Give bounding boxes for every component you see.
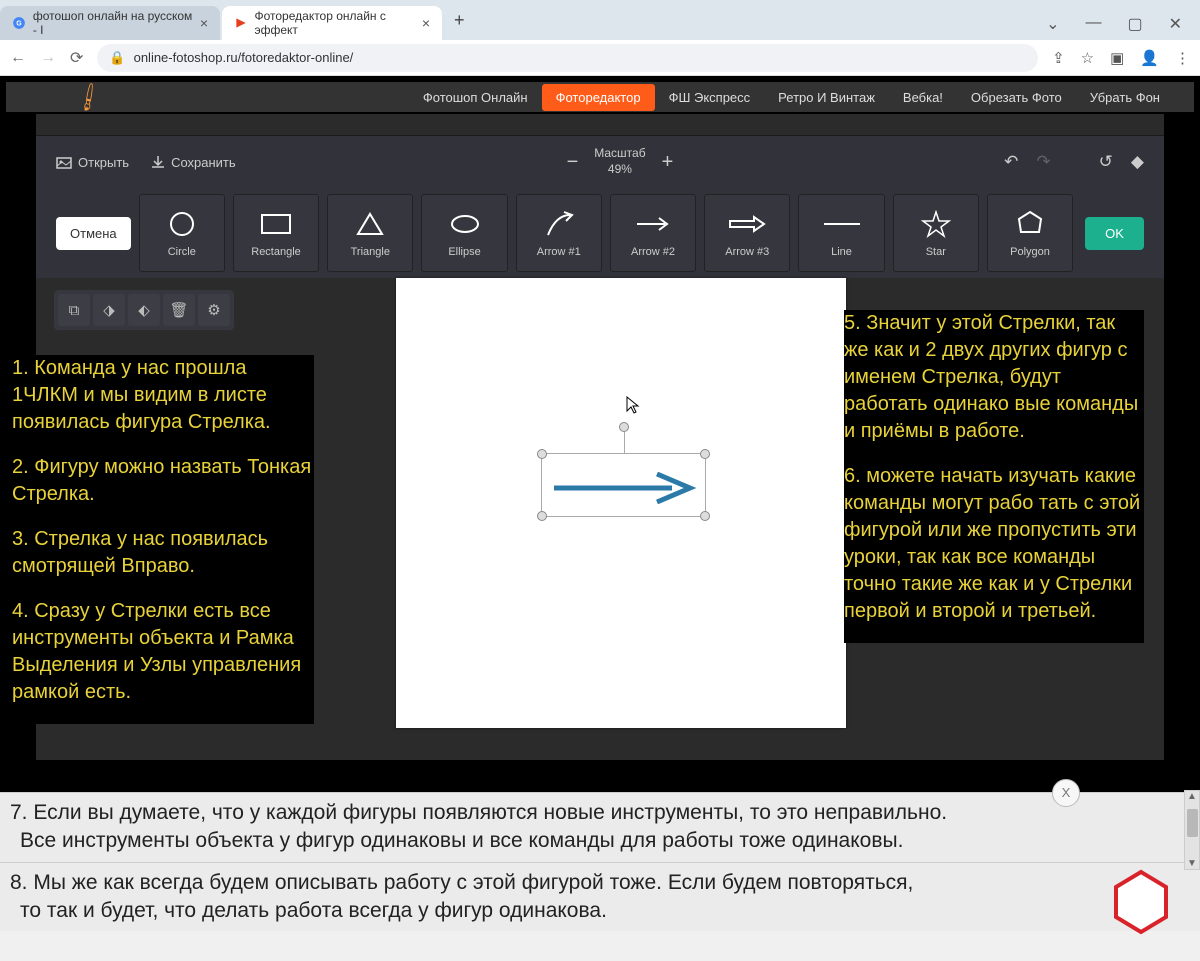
resize-handle-ne[interactable] [700, 449, 710, 459]
nav-item-1[interactable]: Фоторедактор [542, 84, 655, 111]
zoom-out-icon[interactable]: − [567, 151, 579, 174]
resize-handle-nw[interactable] [537, 449, 547, 459]
menu-icon[interactable]: ⋮ [1175, 49, 1190, 67]
nav-item-3[interactable]: Ретро И Винтаж [764, 84, 889, 111]
cursor-icon [626, 396, 640, 414]
nav-item-4[interactable]: Вебка! [889, 84, 957, 111]
redo-icon[interactable]: ↷ [1036, 152, 1050, 172]
close-tab-icon[interactable]: × [200, 15, 208, 31]
window-controls: ⌄ — ▢ ✕ [1046, 14, 1200, 40]
star-icon[interactable]: ☆ [1081, 49, 1094, 67]
star-icon [921, 208, 951, 240]
gear-icon[interactable]: ⚙ [198, 294, 230, 326]
browser-tab-strip: G фотошоп онлайн на русском - I × Фоторе… [0, 0, 1200, 40]
annotation-bottom-7: X 7. Если вы думаете, что у каждой фигур… [0, 792, 1200, 862]
nav-item-6[interactable]: Убрать Фон [1076, 84, 1174, 111]
address-bar[interactable]: 🔒 online-fotoshop.ru/fotoredaktor-online… [97, 44, 1038, 72]
back-icon[interactable]: ← [10, 49, 26, 67]
shapes-toolbar: Отмена Circle Rectangle Triangle Ellipse… [36, 188, 1164, 278]
close-window-icon[interactable]: ✕ [1169, 14, 1182, 34]
browser-tab-1[interactable]: Фоторедактор онлайн с эффект × [222, 6, 442, 40]
triangle-icon [355, 208, 385, 240]
trash-icon[interactable]: 🗑 [163, 294, 195, 326]
shape-rectangle[interactable]: Rectangle [233, 194, 319, 272]
browser-tab-0[interactable]: G фотошоп онлайн на русском - I × [0, 6, 220, 40]
open-button[interactable]: Открыть [56, 155, 129, 170]
arrow2-icon [633, 208, 673, 240]
nav-item-5[interactable]: Обрезать Фото [957, 84, 1076, 111]
svg-text:G: G [17, 20, 23, 27]
flip-v-icon[interactable]: ⬖ [128, 294, 160, 326]
annotation-bottom-8: 8. Мы же как всегда будем описывать рабо… [0, 862, 1200, 932]
shape-circle[interactable]: Circle [139, 194, 225, 272]
shape-ellipse[interactable]: Ellipse [421, 194, 507, 272]
hexagon-badge-icon[interactable] [1106, 867, 1176, 937]
duplicate-icon[interactable]: ⧉ [58, 294, 90, 326]
zoom-in-icon[interactable]: + [662, 151, 674, 174]
new-tab-button[interactable]: + [444, 10, 475, 31]
google-favicon: G [12, 15, 27, 31]
arrow-shape[interactable] [552, 472, 697, 504]
arrow3-icon [726, 208, 768, 240]
forward-icon[interactable]: → [40, 49, 56, 67]
lock-icon: 🔒 [109, 50, 125, 66]
reload-icon[interactable]: ⟳ [70, 48, 83, 68]
rectangle-icon [260, 208, 292, 240]
history-icon[interactable]: ↺ [1099, 152, 1113, 172]
object-tools: ⧉ ⬗ ⬖ 🗑 ⚙ [54, 290, 234, 330]
zoom-label: Масштаб [594, 146, 645, 162]
arrow1-icon [542, 208, 576, 240]
selection-frame[interactable] [541, 453, 706, 517]
close-banner-icon[interactable]: X [1052, 779, 1080, 807]
nav-item-0[interactable]: Фотошоп Онлайн [409, 84, 542, 111]
site-favicon [234, 15, 248, 31]
chevron-down-icon[interactable]: ⌄ [1046, 14, 1059, 34]
extensions-icon[interactable]: ▣ [1110, 49, 1124, 67]
shape-arrow1[interactable]: Arrow #1 [516, 194, 602, 272]
circle-icon [168, 208, 196, 240]
shape-star[interactable]: Star [893, 194, 979, 272]
cancel-button[interactable]: Отмена [56, 217, 131, 250]
undo-icon[interactable]: ↶ [1004, 152, 1018, 172]
line-icon [822, 208, 862, 240]
browser-toolbar: ← → ⟳ 🔒 online-fotoshop.ru/fotoredaktor-… [0, 40, 1200, 76]
resize-handle-se[interactable] [700, 511, 710, 521]
shape-polygon[interactable]: Polygon [987, 194, 1073, 272]
profile-icon[interactable]: 👤 [1140, 49, 1159, 67]
ellipse-icon [449, 208, 481, 240]
tab-title: Фоторедактор онлайн с эффект [254, 9, 415, 37]
url-text: online-fotoshop.ru/fotoredaktor-online/ [134, 50, 354, 65]
actions-toolbar: Открыть Сохранить − Масштаб 49% + ↶ ↷ ↺ … [36, 136, 1164, 188]
annotation-right: 5. Значит у этой Стрелки, так же как и 2… [844, 310, 1144, 643]
tab-title: фотошоп онлайн на русском - I [33, 9, 194, 37]
annotation-left: 1. Команда у нас прошла 1ЧЛКМ и мы видим… [12, 355, 314, 724]
close-tab-icon[interactable]: × [422, 15, 430, 31]
flip-h-icon[interactable]: ⬗ [93, 294, 125, 326]
zoom-control: − Масштаб 49% + [567, 146, 674, 177]
shape-triangle[interactable]: Triangle [327, 194, 413, 272]
save-button[interactable]: Сохранить [151, 155, 236, 170]
scrollbar-thumb[interactable] [1187, 809, 1198, 837]
zoom-value: 49% [594, 162, 645, 178]
minimize-icon[interactable]: — [1085, 14, 1101, 34]
maximize-icon[interactable]: ▢ [1127, 14, 1142, 34]
shape-arrow2[interactable]: Arrow #2 [610, 194, 696, 272]
layers-icon[interactable]: ◆ [1131, 152, 1144, 172]
shape-arrow3[interactable]: Arrow #3 [704, 194, 790, 272]
polygon-icon [1015, 208, 1045, 240]
site-nav: 🖌 Фотошоп Онлайн Фоторедактор ФШ Экспрес… [6, 82, 1194, 112]
ok-button[interactable]: OK [1085, 217, 1144, 250]
shape-line[interactable]: Line [798, 194, 884, 272]
nav-item-2[interactable]: ФШ Экспресс [655, 84, 765, 111]
rotate-handle[interactable] [619, 422, 629, 432]
resize-handle-sw[interactable] [537, 511, 547, 521]
share-icon[interactable]: ⇪ [1052, 49, 1065, 67]
brush-logo-icon: 🖌 [71, 79, 106, 114]
vertical-scrollbar[interactable]: ▲ ▼ [1184, 790, 1200, 870]
